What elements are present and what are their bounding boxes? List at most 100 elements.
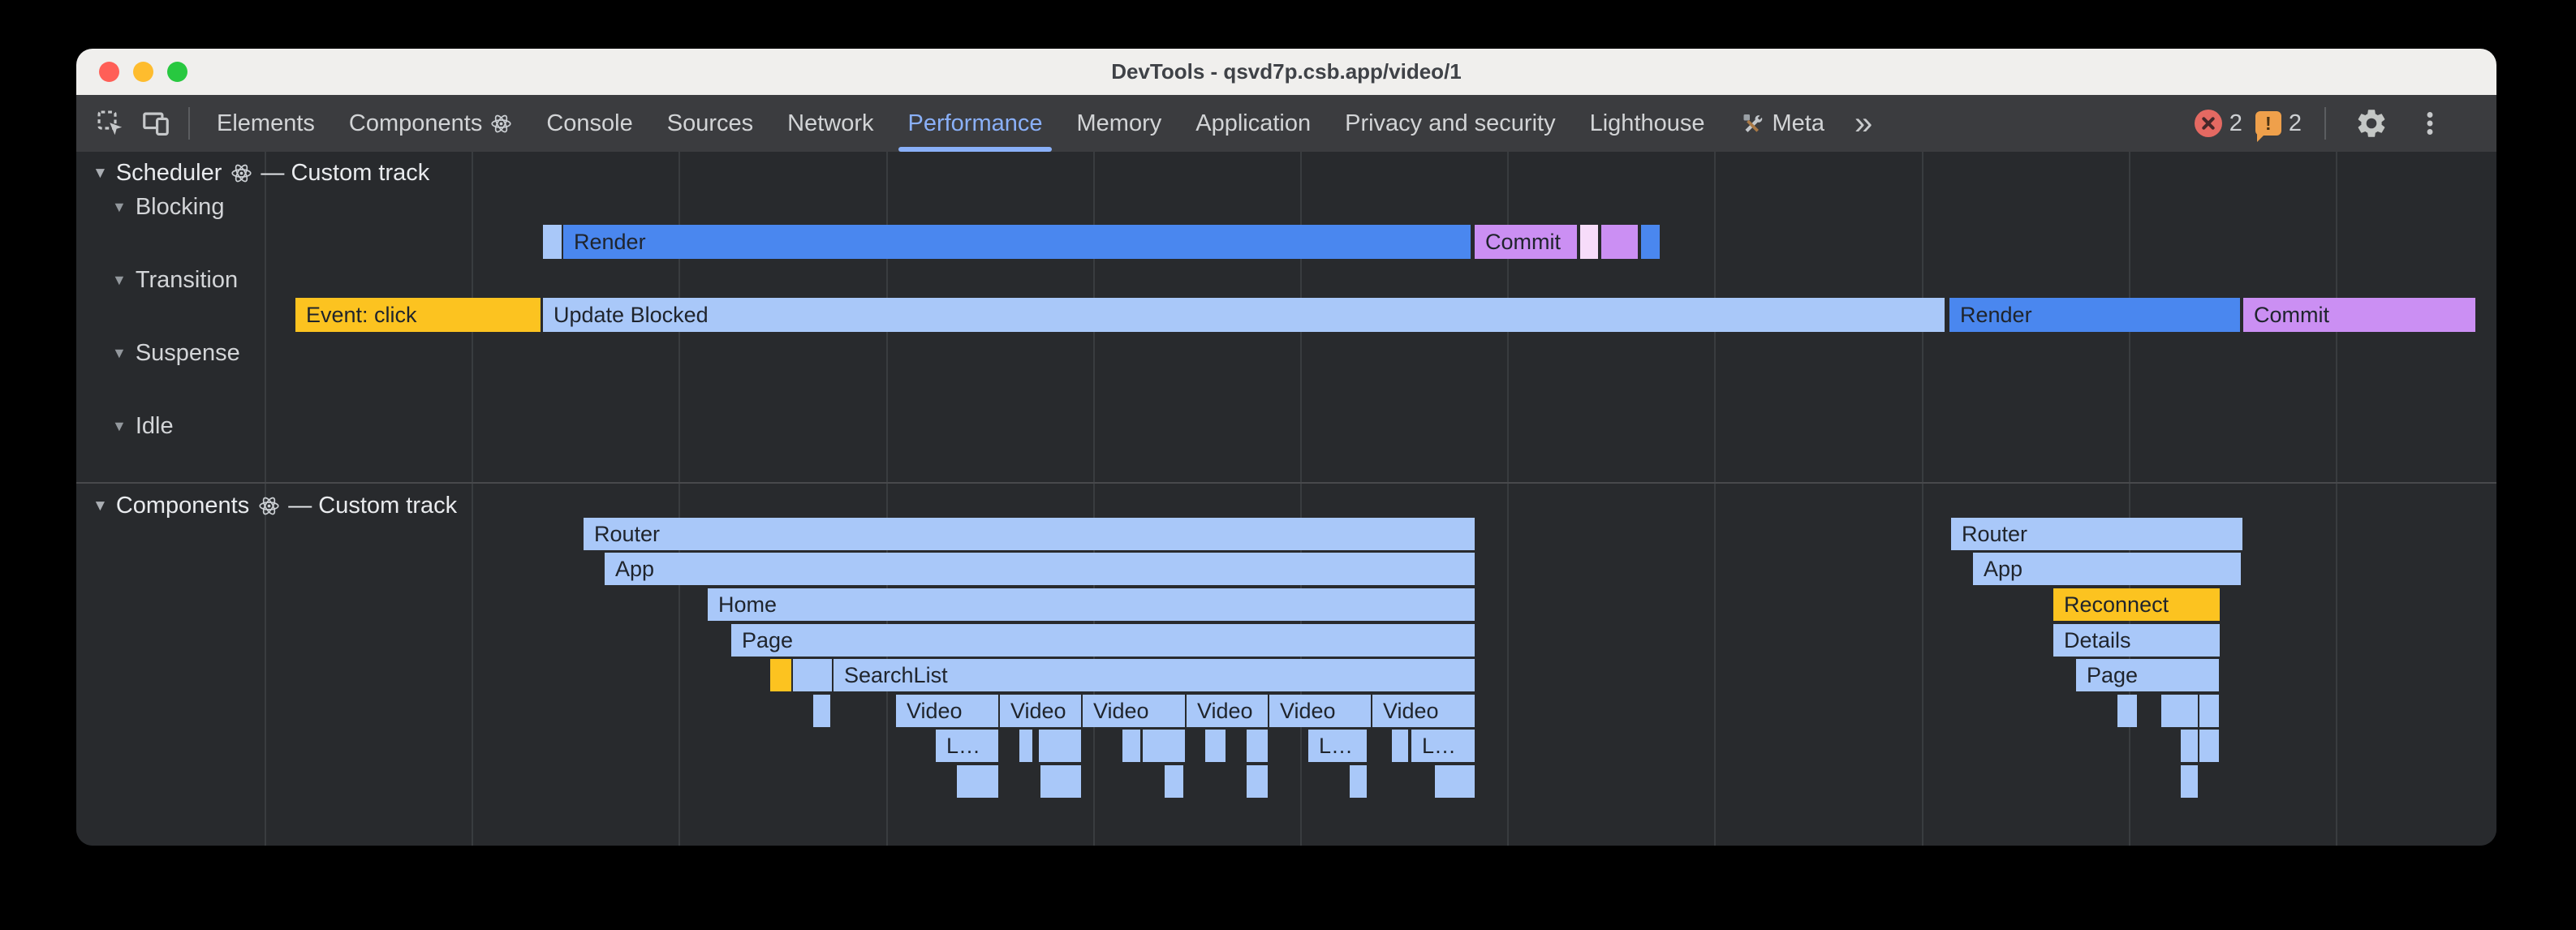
flame-bar-segment[interactable] [770,659,791,691]
flame-bar-label: App [615,557,654,582]
error-badge[interactable]: 2 [2195,110,2242,137]
flame-bar-segment[interactable] [1247,730,1268,762]
track-name: Components [116,493,249,519]
performance-timeline[interactable]: ▼Scheduler — Custom track ▼Blocking ▼Trans… [76,152,2496,846]
flame-bar-segment[interactable] [1040,765,1081,798]
flame-bar-segment[interactable] [1122,730,1140,762]
tab-label: Meta [1773,110,1824,137]
flame-bar-video[interactable]: Video [1269,695,1371,727]
toggle-device-toolbar-icon[interactable] [138,105,174,141]
flame-bar-l[interactable]: L… [1308,730,1367,762]
flame-bar-l[interactable]: L… [936,730,998,762]
flame-bar-page[interactable]: Page [731,624,1475,657]
flame-bar-label: Commit [1485,230,1561,255]
subtrack-label: Suspense [136,340,240,367]
tab-network[interactable]: Network [770,95,890,152]
flame-bar-segment[interactable] [1580,225,1598,259]
flame-bar-searchlist[interactable]: SearchList [834,659,1475,691]
collapse-triangle-icon[interactable]: ▼ [112,200,127,214]
flame-bar-render[interactable]: Render [1949,298,2240,332]
tab-label: Privacy and security [1345,110,1556,137]
flame-bar-reconnect[interactable]: Reconnect [2053,588,2220,621]
flame-bar-segment[interactable] [1392,730,1408,762]
track-header-components[interactable]: ▼Components — Custom track [93,491,457,520]
flame-bar-label: Update Blocked [554,303,709,328]
flame-bar-router[interactable]: Router [584,518,1475,550]
gridline [1714,152,1716,846]
subtrack-blocking[interactable]: ▼Blocking [112,192,224,222]
flame-bar-segment[interactable] [1039,730,1081,762]
flame-bar-segment[interactable] [543,225,562,259]
warning-badge[interactable]: ! 2 [2255,110,2302,137]
subtrack-transition[interactable]: ▼Transition [112,265,238,295]
track-header-scheduler[interactable]: ▼Scheduler — Custom track [93,158,429,187]
flame-bar-segment[interactable] [2181,730,2198,762]
tab-performance[interactable]: Performance [890,95,1059,152]
tab-console[interactable]: Console [529,95,649,152]
flame-bar-page[interactable]: Page [2076,659,2219,691]
flame-bar-segment[interactable] [1641,225,1660,259]
flame-bar-segment[interactable] [1019,730,1032,762]
tab-privacy-and-security[interactable]: Privacy and security [1328,95,1573,152]
traffic-lights [99,49,187,95]
traffic-light-minimize[interactable] [133,62,153,82]
collapse-triangle-icon[interactable]: ▼ [112,419,127,433]
flame-bar-details[interactable]: Details [2053,624,2220,657]
flame-bar-segment[interactable] [1350,765,1367,798]
flame-bar-segment[interactable] [957,765,998,798]
tab-sources[interactable]: Sources [650,95,770,152]
flame-bar-video[interactable]: Video [1000,695,1081,727]
collapse-triangle-icon[interactable]: ▼ [112,346,127,360]
flame-bar-app[interactable]: App [605,553,1475,585]
tab-label: Application [1195,110,1311,137]
flame-bar-home[interactable]: Home [708,588,1475,621]
tab-label: Elements [217,110,315,137]
flame-bar-render[interactable]: Render [563,225,1471,259]
tab-memory[interactable]: Memory [1060,95,1179,152]
flame-bar-segment[interactable] [1205,730,1226,762]
tab-components[interactable]: Components [332,95,529,152]
flame-bar-video[interactable]: Video [896,695,998,727]
flame-bar-app[interactable]: App [1973,553,2241,585]
flame-bar-video[interactable]: Video [1372,695,1475,727]
flame-bar-label: Details [2064,628,2131,653]
flame-bar-router[interactable]: Router [1951,518,2242,550]
flame-bar-segment[interactable] [1143,730,1185,762]
tab-lighthouse[interactable]: Lighthouse [1573,95,1722,152]
flame-bar-segment[interactable] [1435,765,1475,798]
flame-bar-label: Commit [2254,303,2329,328]
flame-bar-video[interactable]: Video [1187,695,1268,727]
flame-bar-segment[interactable] [2199,730,2219,762]
traffic-light-close[interactable] [99,62,119,82]
collapse-triangle-icon[interactable]: ▼ [93,498,108,514]
flame-bar-video[interactable]: Video [1083,695,1185,727]
flame-bar-segment[interactable] [2199,695,2219,727]
kebab-menu-icon[interactable] [2412,105,2448,141]
flame-bar-event-click[interactable]: Event: click [295,298,541,332]
traffic-light-zoom[interactable] [167,62,187,82]
flame-bar-update-blocked[interactable]: Update Blocked [543,298,1945,332]
flame-bar-commit[interactable]: Commit [1475,225,1577,259]
flame-bar-segment[interactable] [1165,765,1183,798]
flame-bar-segment[interactable] [1601,225,1638,259]
collapse-triangle-icon[interactable]: ▼ [93,166,108,181]
flame-bar-segment[interactable] [2181,765,2198,798]
flame-bar-commit[interactable]: Commit [2243,298,2475,332]
flame-bar-l[interactable]: L… [1411,730,1475,762]
tab-meta[interactable]: Meta [1722,95,1842,152]
flame-bar-segment[interactable] [2117,695,2137,727]
flame-bar-segment[interactable] [1247,765,1268,798]
inspect-element-icon[interactable] [93,105,128,141]
collapse-triangle-icon[interactable]: ▼ [112,273,127,287]
settings-gear-icon[interactable] [2354,105,2389,141]
subtrack-suspense[interactable]: ▼ Suspense [112,338,240,368]
more-tabs-icon[interactable]: » [1842,105,1885,142]
subtrack-idle[interactable]: ▼Idle [112,411,174,441]
tab-elements[interactable]: Elements [200,95,332,152]
flame-bar-segment[interactable] [793,659,832,691]
toolbar-divider [2324,107,2326,140]
gridline [2336,152,2337,846]
flame-bar-segment[interactable] [2161,695,2198,727]
flame-bar-segment[interactable] [813,695,830,727]
tab-application[interactable]: Application [1178,95,1328,152]
